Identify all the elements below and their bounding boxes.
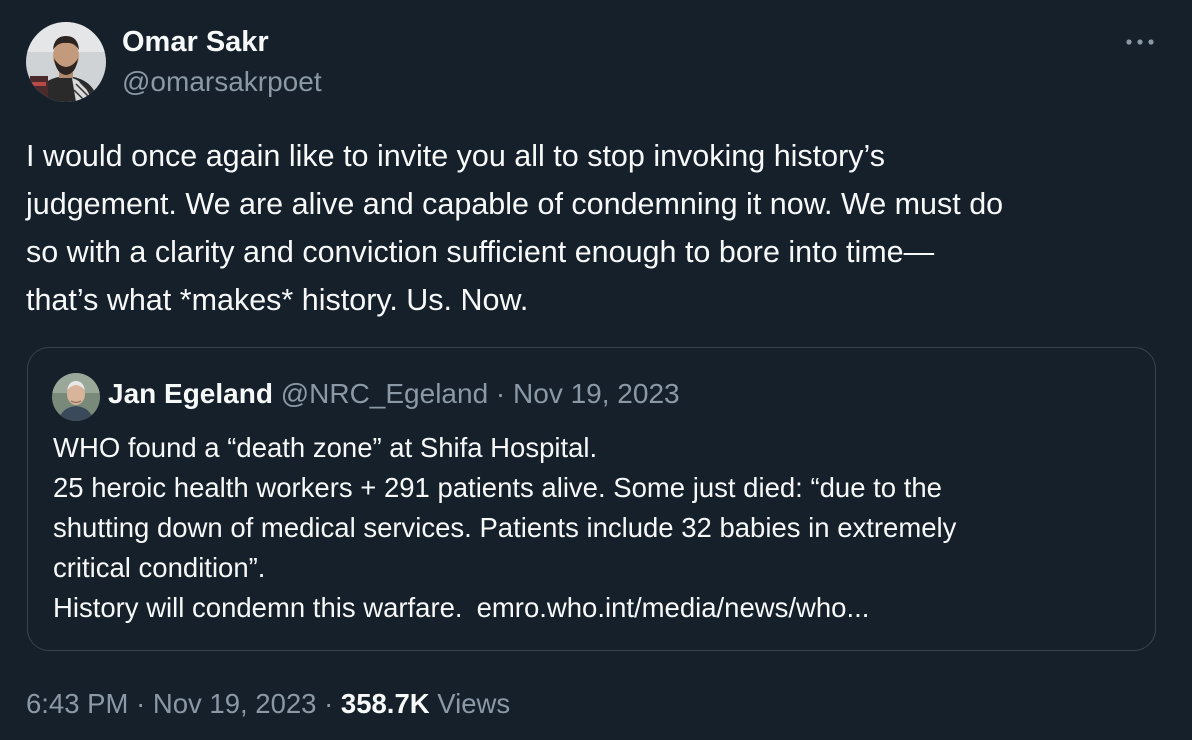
quoted-author-handle[interactable]: @NRC_Egeland: [281, 378, 488, 409]
quoted-text-line: shutting down of medical services. Patie…: [53, 512, 957, 543]
more-options-button[interactable]: [1118, 26, 1162, 58]
separator-dot: ·: [324, 688, 334, 719]
quoted-author-avatar[interactable]: [52, 373, 100, 421]
tweet-text-line: judgement. We are alive and capable of c…: [26, 187, 1004, 221]
quoted-tweet-text: WHO found a “death zone” at Shifa Hospit…: [53, 428, 1143, 628]
views-label: Views: [437, 688, 511, 719]
quoted-text-line: 25 heroic health workers + 291 patients …: [53, 472, 942, 503]
tweet-text-line: so with a clarity and conviction suffici…: [26, 235, 935, 269]
tweet-container: Omar Sakr @omarsakrpoet I would once aga…: [0, 0, 1192, 740]
tweet-text-line: that’s what *makes* history. Us. Now.: [26, 283, 529, 317]
separator-dot: ·: [136, 688, 146, 719]
author-handle[interactable]: @omarsakrpoet: [122, 66, 322, 98]
views-count[interactable]: 358.7K: [341, 688, 430, 719]
author-name[interactable]: Omar Sakr: [122, 26, 269, 59]
quoted-text-line: critical condition”.: [53, 552, 266, 583]
quoted-text-line: WHO found a “death zone” at Shifa Hospit…: [53, 432, 598, 463]
quoted-tweet-card[interactable]: Jan Egeland @NRC_Egeland · Nov 19, 2023 …: [27, 347, 1156, 651]
quoted-text-line-with-link: History will condemn this warfare. emro.w…: [53, 588, 1143, 628]
tweet-metadata: 6:43 PM · Nov 19, 2023 · 358.7K Views: [26, 688, 510, 720]
quoted-text-line: History will condemn this warfare.: [53, 592, 463, 623]
quoted-tweet-date[interactable]: Nov 19, 2023: [513, 378, 680, 409]
author-avatar[interactable]: [26, 22, 106, 102]
tweet-text-line: I would once again like to invite you al…: [26, 139, 886, 173]
tweet-time[interactable]: 6:43 PM: [26, 688, 128, 719]
ellipsis-horizontal-icon: [1126, 39, 1154, 45]
tweet-text: I would once again like to invite you al…: [26, 132, 1166, 324]
separator-dot: ·: [495, 378, 506, 409]
quoted-tweet-header: Jan Egeland @NRC_Egeland · Nov 19, 2023: [108, 378, 680, 410]
quoted-tweet-link[interactable]: emro.who.int/media/news/who...: [477, 592, 870, 623]
tweet-date[interactable]: Nov 19, 2023: [153, 688, 317, 719]
quoted-author-name[interactable]: Jan Egeland: [108, 378, 273, 409]
